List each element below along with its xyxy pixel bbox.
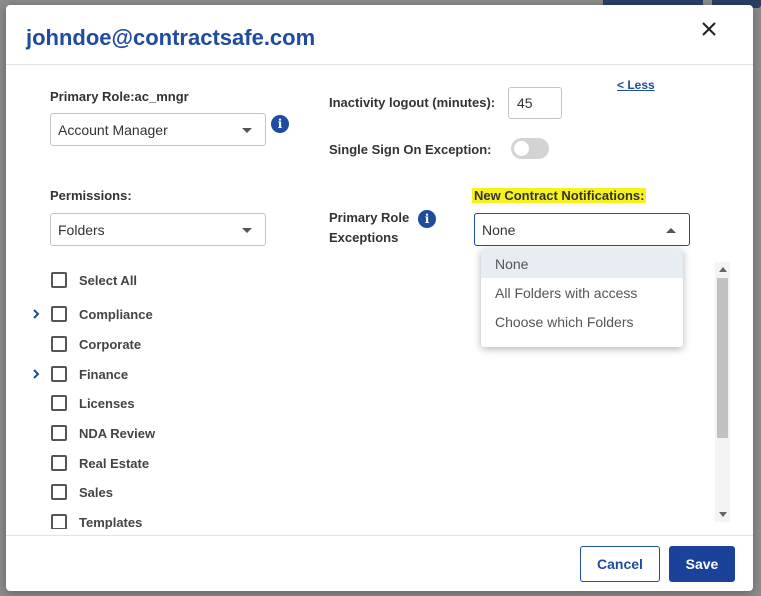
caret-down-icon: [242, 227, 252, 233]
notifications-label-text: New Contract Notifications:: [472, 188, 647, 203]
folder-label: Compliance: [79, 306, 153, 322]
close-icon[interactable]: [699, 19, 719, 39]
modal-title: johndoe@contractsafe.com: [26, 25, 316, 50]
folder-label: NDA Review: [79, 425, 156, 441]
folder-checkbox[interactable]: [51, 336, 67, 352]
folder-checkbox[interactable]: [51, 425, 67, 441]
select-all-label: Select All: [79, 272, 138, 288]
primary-role-value: Account Manager: [58, 121, 168, 138]
primary-role-label: Primary Role:ac_mngr: [50, 89, 189, 104]
permissions-value: Folders: [58, 221, 105, 238]
user-edit-modal: johndoe@contractsafe.com Primary Role:ac…: [6, 5, 753, 591]
info-icon[interactable]: i: [418, 210, 436, 228]
toggle-knob: [514, 141, 529, 156]
folder-checkbox[interactable]: [51, 484, 67, 500]
folder-label: Real Estate: [79, 455, 150, 471]
folder-label: Sales: [79, 484, 113, 500]
folder-checkbox[interactable]: [51, 366, 67, 382]
menu-item-choose-folders[interactable]: Choose which Folders: [481, 307, 683, 336]
permissions-select[interactable]: Folders: [50, 213, 266, 246]
folder-checkbox[interactable]: [51, 514, 67, 529]
role-exceptions-label-line2: Exceptions: [329, 230, 399, 245]
folder-checkbox[interactable]: [51, 306, 67, 322]
caret-up-icon: [666, 227, 676, 233]
close-button[interactable]: [699, 19, 719, 39]
menu-item-none[interactable]: None: [481, 249, 683, 278]
caret-down-icon: [242, 127, 252, 133]
folder-checkbox[interactable]: [51, 395, 67, 411]
chevron-right-icon[interactable]: [30, 303, 42, 325]
chevron-right-icon[interactable]: [30, 363, 42, 385]
primary-role-select[interactable]: Account Manager: [50, 113, 266, 146]
folder-label: Licenses: [79, 395, 135, 411]
role-exceptions-label-line1: Primary Role: [329, 210, 410, 225]
permissions-label: Permissions:: [50, 188, 132, 203]
folder-label: Finance: [79, 366, 129, 382]
scrollbar[interactable]: [715, 262, 730, 522]
sso-toggle[interactable]: [511, 138, 549, 159]
notifications-select[interactable]: None: [474, 213, 690, 246]
scroll-up-icon[interactable]: [719, 267, 727, 272]
select-all-checkbox[interactable]: [51, 272, 67, 288]
folder-list: Select All Compliance Corporate Finance …: [6, 267, 306, 529]
cancel-button[interactable]: Cancel: [580, 546, 660, 582]
less-link[interactable]: < Less: [617, 78, 655, 92]
notifications-value: None: [482, 221, 516, 238]
sso-label: Single Sign On Exception:: [329, 142, 492, 157]
folder-checkbox[interactable]: [51, 455, 67, 471]
notifications-dropdown-menu: None All Folders with access Choose whic…: [481, 249, 683, 347]
inactivity-label: Inactivity logout (minutes):: [329, 95, 496, 110]
notifications-label: New Contract Notifications:: [472, 188, 647, 203]
inactivity-input[interactable]: 45: [508, 87, 562, 119]
info-icon[interactable]: i: [271, 115, 289, 133]
scroll-down-icon[interactable]: [719, 512, 727, 517]
scroll-thumb[interactable]: [717, 278, 728, 438]
modal-footer: Cancel Save: [6, 535, 753, 591]
menu-item-all-folders[interactable]: All Folders with access: [481, 278, 683, 307]
folder-label: Templates: [79, 514, 143, 530]
folder-label: Corporate: [79, 336, 142, 352]
save-button[interactable]: Save: [669, 546, 735, 582]
modal-header: johndoe@contractsafe.com: [6, 5, 753, 65]
